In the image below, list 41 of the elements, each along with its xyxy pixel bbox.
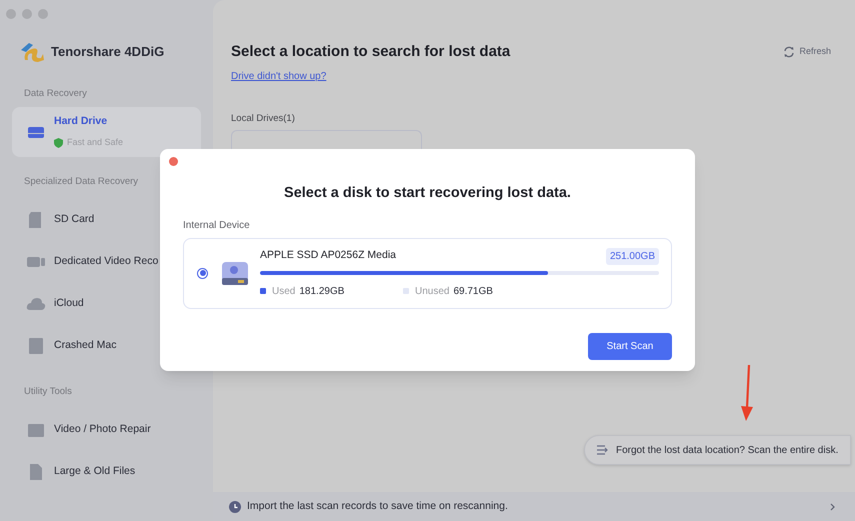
close-button[interactable] [169,157,178,166]
bottom-bar[interactable]: Import the last scan records to save time on rescanning. [213,492,855,521]
arrow-annotation [740,364,754,422]
section-label: Internal Device [183,218,251,233]
list-icon [597,445,608,455]
section-heading: Specialized Data Recovery [24,175,140,189]
item-label: Crashed Mac [54,338,116,354]
legend-value: 69.71GB [453,284,493,299]
legend-label: Unused [415,284,450,299]
item-label: Hard Drive [54,114,108,130]
item-label: iCloud [54,296,84,312]
start-scan-button[interactable]: Start Scan [588,332,672,360]
logo-icon [19,40,45,64]
legend-swatch [260,288,266,294]
legend-swatch [403,288,409,294]
help-link[interactable]: Drive didn't show up? [231,68,510,84]
section-heading: Data Recovery [24,87,88,101]
app-name: Tenorshare 4DDiG [51,43,164,62]
dialog-title: Select a disk to start recovering lost data. [284,184,571,203]
scan-disk-button[interactable]: Forgot the lost data location? Scan the entire disk. [584,435,852,465]
sidebar-item[interactable]: Video / Photo Repair [12,409,201,451]
section-heading: Utility Tools [24,385,73,399]
disk-card[interactable]: APPLE SSD AP0256Z Media 251.00GB Used 181.29GB Unused 69.71GB [183,238,672,309]
clock-icon [229,500,241,512]
radio-button[interactable] [197,268,208,279]
sidebar-item[interactable]: Crashed Mac [12,325,201,367]
shield-icon [54,138,63,148]
sidebar-item[interactable]: Large & Old Files [12,451,201,493]
item-label: Video / Photo Repair [54,422,151,438]
page-title: Select a location to search for lost data [231,42,510,62]
legend-value: 181.29GB [299,284,344,299]
section-heading: Local Drives(1) [231,112,296,126]
item-label: Dedicated Video Reco [54,254,158,270]
refresh-icon [783,46,796,58]
refresh-button[interactable]: Refresh [783,45,831,58]
capacity-badge: 251.00GB [606,248,659,265]
bottom-bar-text: Import the last scan records to save time on rescanning. [247,498,509,514]
item-label: SD Card [54,212,94,228]
item-label: Large & Old Files [54,464,136,480]
disk-name: APPLE SSD AP0256Z Media [260,248,396,264]
legend-label: Used [272,284,296,299]
